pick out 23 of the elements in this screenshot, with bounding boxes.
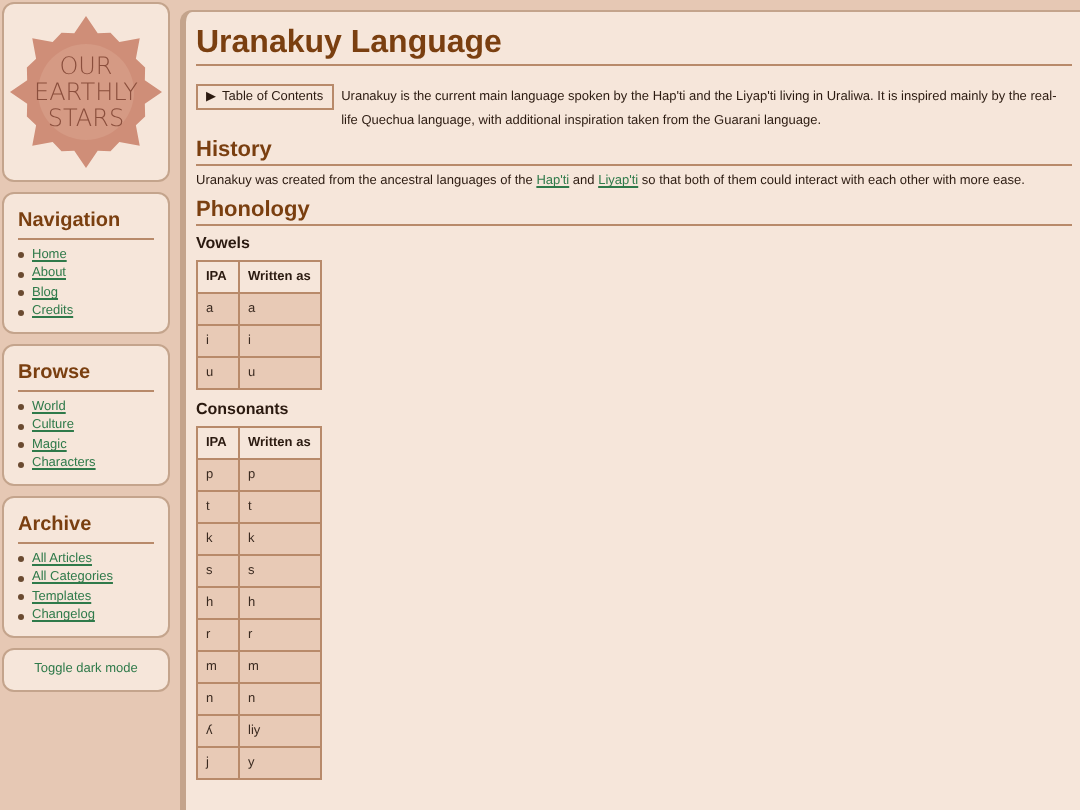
table-title: Consonants: [196, 398, 291, 422]
bullet-icon: [18, 575, 24, 582]
logo-text: STARS: [47, 105, 125, 131]
sidebar-heading: Browse: [18, 358, 154, 392]
bullet-icon: [18, 309, 24, 316]
bullet-icon: [18, 252, 24, 259]
section-heading: History: [196, 136, 1072, 166]
table-title: Vowels: [196, 232, 252, 256]
bullet-icon: [18, 271, 24, 278]
section-heading: Phonology: [196, 196, 1072, 226]
logo-text: OUR: [59, 53, 113, 79]
bullet-icon: [18, 290, 24, 297]
page-title: Uranakuy Language: [196, 24, 1072, 66]
sidebar-heading: Navigation: [18, 206, 154, 240]
bullet-icon: [18, 461, 24, 468]
bullet-icon: [18, 442, 24, 449]
logo-text: EARTHLY: [33, 79, 139, 105]
bullet-icon: [18, 404, 24, 411]
bullet-icon: [18, 556, 24, 563]
bullet-icon: [18, 594, 24, 601]
bullet-icon: [18, 423, 24, 430]
bullet-icon: [18, 613, 24, 620]
sidebar-heading: Archive: [18, 510, 154, 544]
